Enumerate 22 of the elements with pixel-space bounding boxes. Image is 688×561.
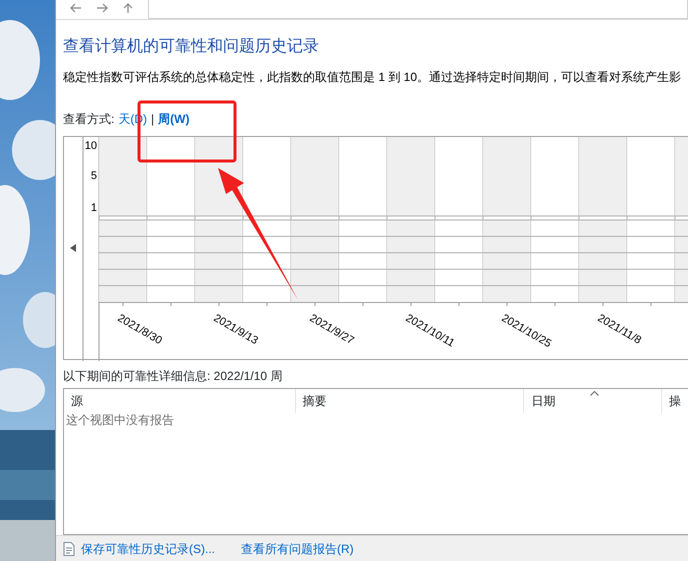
column-header[interactable]: 源 bbox=[64, 389, 296, 413]
scroll-left-icon[interactable] bbox=[70, 244, 76, 252]
column-header[interactable]: 操 bbox=[662, 389, 688, 413]
y-axis-label: 5 bbox=[90, 170, 97, 182]
up-icon[interactable] bbox=[122, 3, 134, 13]
page-title: 查看计算机的可靠性和问题历史记录 bbox=[63, 37, 320, 57]
footer-link[interactable]: 查看所有问题报告(R) bbox=[241, 540, 354, 558]
view-by-label: 查看方式: bbox=[63, 112, 114, 127]
forward-icon[interactable] bbox=[96, 3, 108, 13]
column-header[interactable]: 日期 bbox=[524, 389, 662, 413]
sort-caret-icon bbox=[590, 391, 600, 396]
details-label: 以下期间的可靠性详细信息: 2022/1/10 周 bbox=[63, 369, 284, 384]
empty-message: 这个视图中没有报告 bbox=[65, 413, 175, 428]
separator-text: | bbox=[151, 112, 154, 127]
back-icon[interactable] bbox=[70, 3, 82, 13]
column-header[interactable]: 摘要 bbox=[296, 389, 524, 413]
view-option-link[interactable]: 周(W) bbox=[158, 112, 190, 127]
y-axis-label: 10 bbox=[84, 140, 97, 152]
y-axis-label: 1 bbox=[90, 202, 97, 214]
description-text: 稳定性指数可评估系统的总体稳定性，此指数的取值范围是 1 到 10。通过选择特定时间期间，可以查看对系统产生影 bbox=[63, 70, 682, 85]
footer-link[interactable]: 保存可靠性历史记录(S)... bbox=[81, 540, 215, 558]
document-icon bbox=[63, 542, 75, 556]
